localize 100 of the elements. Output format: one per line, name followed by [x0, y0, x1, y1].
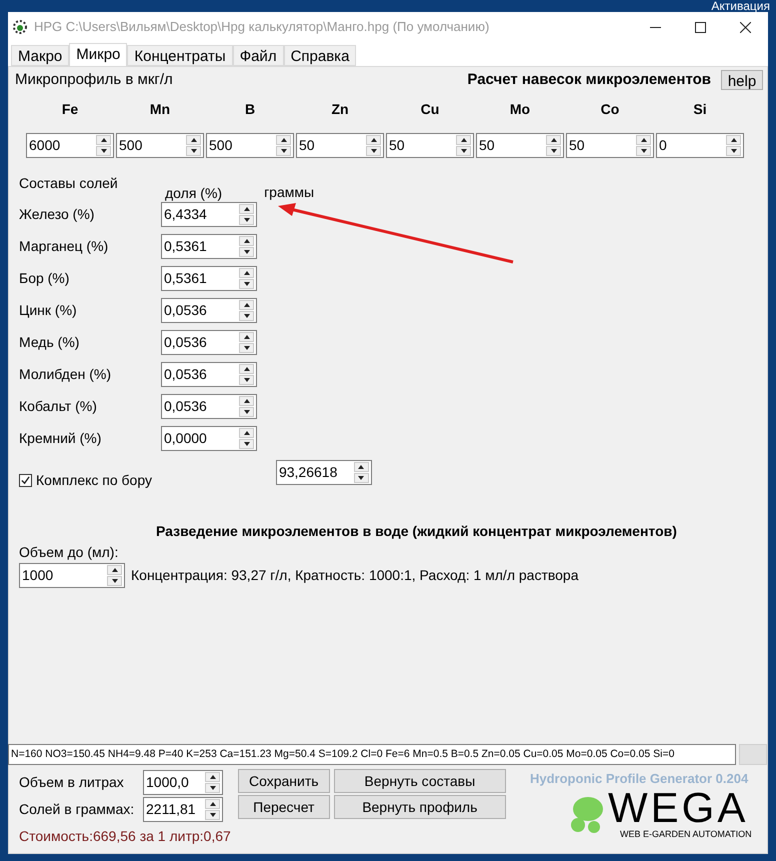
spin-box[interactable]: 0,5361: [161, 266, 257, 291]
spin-up-button[interactable]: [239, 236, 254, 246]
spin-up-button[interactable]: [186, 135, 201, 145]
spin-down-button[interactable]: [354, 473, 369, 483]
tab[interactable]: Макро: [11, 45, 70, 66]
help-button[interactable]: help: [721, 70, 763, 90]
spin-up-button[interactable]: [726, 135, 741, 145]
minimize-icon: [650, 26, 661, 28]
down-arrow-icon: [244, 410, 250, 414]
salt-label: Кобальт (%): [19, 397, 98, 416]
spin-down-button[interactable]: [96, 146, 111, 156]
tab[interactable]: Файл: [232, 45, 284, 66]
spin-down-button[interactable]: [205, 782, 220, 792]
spin-box[interactable]: 0,0536: [161, 330, 257, 355]
spin-box[interactable]: 6000: [26, 133, 114, 158]
spin-down-button[interactable]: [239, 375, 254, 385]
spin-down-button[interactable]: [239, 407, 254, 417]
spin-down-button[interactable]: [366, 146, 381, 156]
up-arrow-icon: [730, 138, 736, 142]
spin-down-button[interactable]: [205, 810, 220, 820]
spin-up-button[interactable]: [636, 135, 651, 145]
spin-down-button[interactable]: [107, 576, 122, 586]
spin-box[interactable]: 0,5361: [161, 234, 257, 259]
spin-down-button[interactable]: [546, 146, 561, 156]
spin-up-button[interactable]: [546, 135, 561, 145]
spin-down-button[interactable]: [239, 279, 254, 289]
spin-down-button[interactable]: [239, 215, 254, 225]
tab[interactable]: Концентраты: [127, 45, 233, 66]
spin-box[interactable]: 500: [206, 133, 294, 158]
checkbox[interactable]: [19, 474, 32, 487]
info-text: Концентрация: 93,27 г/л, Кратность: 1000:1, Расход: 1 мл/л раствора: [131, 566, 579, 585]
spin-up-button[interactable]: [239, 364, 254, 374]
spin-down-button[interactable]: [456, 146, 471, 156]
maximize-icon: [695, 22, 706, 32]
spin-up-button[interactable]: [354, 462, 369, 472]
spin-up-button[interactable]: [239, 268, 254, 278]
up-arrow-icon: [460, 138, 466, 142]
spin-up-button[interactable]: [205, 772, 220, 782]
spin-box[interactable]: 1000,0: [143, 770, 223, 794]
down-arrow-icon: [550, 149, 556, 153]
down-arrow-icon: [640, 149, 646, 153]
spin-down-button[interactable]: [239, 343, 254, 353]
spin-box[interactable]: 1000: [19, 563, 125, 588]
action-button[interactable]: Вернуть составы: [334, 769, 506, 793]
up-arrow-icon: [210, 802, 216, 806]
up-arrow-icon: [112, 568, 118, 572]
down-arrow-icon: [244, 250, 250, 254]
spin-down-button[interactable]: [636, 146, 651, 156]
spin-box[interactable]: 0,0536: [161, 362, 257, 387]
action-button[interactable]: Вернуть профиль: [334, 795, 506, 819]
action-button[interactable]: Пересчет: [238, 795, 330, 819]
spin-box[interactable]: 0,0536: [161, 298, 257, 323]
down-arrow-icon: [460, 149, 466, 153]
logo-tagline: WEB E-GARDEN AUTOMATION: [620, 829, 752, 839]
spin-down-button[interactable]: [239, 247, 254, 257]
action-button[interactable]: Сохранить: [238, 769, 330, 793]
spin-up-button[interactable]: [107, 565, 122, 575]
spin-box[interactable]: 50: [476, 133, 564, 158]
spin-box[interactable]: 0: [656, 133, 744, 158]
salt-label: Бор (%): [19, 269, 70, 288]
spin-up-button[interactable]: [239, 428, 254, 438]
field-label: Солей в граммах:: [19, 800, 136, 819]
tab[interactable]: Микро: [69, 43, 128, 67]
spin-box[interactable]: 6,4334: [161, 202, 257, 227]
down-arrow-icon: [210, 812, 216, 816]
spin-box[interactable]: 50: [566, 133, 654, 158]
spin-up-button[interactable]: [239, 396, 254, 406]
checkbox-label[interactable]: Комплекс по бору: [36, 470, 152, 491]
salt-label: Медь (%): [19, 333, 80, 352]
spin-down-button[interactable]: [276, 146, 291, 156]
spin-up-button[interactable]: [456, 135, 471, 145]
element-label: B: [244, 100, 256, 119]
spin-down-button[interactable]: [239, 439, 254, 449]
spin-box[interactable]: 500: [116, 133, 204, 158]
spin-box[interactable]: 0,0000: [161, 426, 257, 451]
spin-up-button[interactable]: [96, 135, 111, 145]
spin-up-button[interactable]: [239, 300, 254, 310]
spin-box[interactable]: 50: [296, 133, 384, 158]
section-title: Составы солей: [19, 174, 118, 193]
spin-box[interactable]: 50: [386, 133, 474, 158]
logo-splash-drawing: [570, 795, 604, 835]
spin-box[interactable]: 93,26618: [276, 460, 372, 485]
spin-box[interactable]: 2211,81: [143, 796, 223, 822]
spin-down-button[interactable]: [239, 311, 254, 321]
down-arrow-icon: [244, 282, 250, 286]
element-label: Co: [600, 100, 620, 119]
spin-up-button[interactable]: [205, 798, 220, 808]
spin-up-button[interactable]: [239, 204, 254, 214]
spin-up-button[interactable]: [366, 135, 381, 145]
spin-down-button[interactable]: [186, 146, 201, 156]
tab[interactable]: Справка: [284, 45, 356, 66]
spin-down-button[interactable]: [726, 146, 741, 156]
field-label: Объем в литрах: [19, 772, 125, 792]
up-arrow-icon: [244, 399, 250, 403]
spin-up-button[interactable]: [239, 332, 254, 342]
down-arrow-icon: [244, 378, 250, 382]
down-arrow-icon: [210, 786, 216, 790]
spin-up-button[interactable]: [276, 135, 291, 145]
down-arrow-icon: [730, 149, 736, 153]
spin-box[interactable]: 0,0536: [161, 394, 257, 419]
